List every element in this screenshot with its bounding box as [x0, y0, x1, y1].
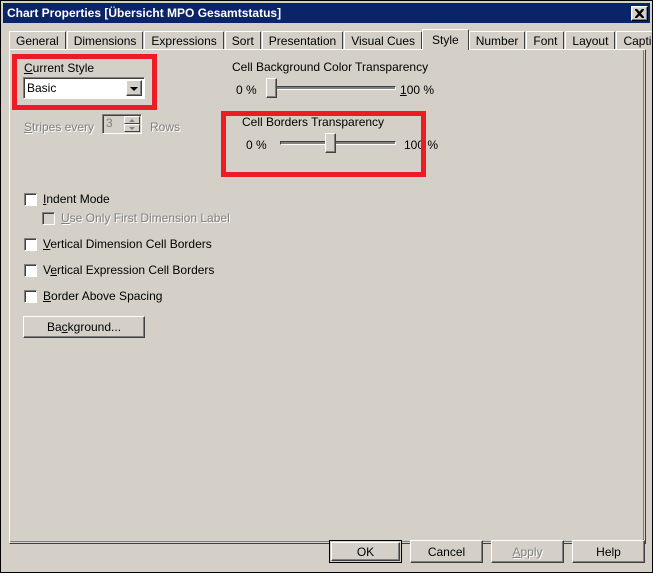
tab-number[interactable]: Number [468, 31, 526, 50]
tab-sort[interactable]: Sort [224, 31, 261, 50]
cell-background-transparency-max: 100 % [400, 83, 435, 97]
cell-background-transparency-slider[interactable] [266, 78, 401, 98]
checkbox-use-only-first-dimension-label: Use Only First Dimension Label [42, 211, 230, 225]
cancel-button[interactable]: Cancel [410, 540, 483, 563]
tab-style[interactable]: Style [422, 29, 469, 50]
checkbox-label: Vertical Expression Cell Borders [43, 263, 215, 277]
tab-expressions[interactable]: Expressions [144, 31, 225, 50]
style-tab-panel: Current Style Basic Stripes every 3 Rows… [9, 49, 646, 544]
spinner-down-icon[interactable] [124, 124, 140, 132]
apply-button-label: Apply [512, 544, 543, 559]
current-style-combobox[interactable]: Basic [23, 77, 145, 99]
checkbox-box[interactable] [24, 237, 37, 251]
background-button-label: Background... [46, 320, 122, 334]
tab-layout[interactable]: Layout [565, 31, 616, 50]
background-button[interactable]: Background... [23, 316, 145, 338]
stripes-rows-label: Rows [150, 120, 181, 134]
close-icon [635, 8, 644, 18]
checkbox-box [42, 211, 55, 225]
ok-button[interactable]: OK [329, 540, 402, 563]
checkbox-vertical-dimension-cell-borders[interactable]: Vertical Dimension Cell Borders [24, 237, 212, 251]
cell-borders-transparency-slider[interactable] [276, 133, 404, 153]
checkbox-box[interactable] [24, 192, 37, 206]
checkbox-label: Use Only First Dimension Label [61, 211, 230, 225]
title-bar[interactable]: Chart Properties [Übersicht MPO Gesamtst… [3, 3, 650, 23]
checkbox-label: Vertical Dimension Cell Borders [43, 237, 212, 251]
checkbox-indent-mode[interactable]: Indent Mode [24, 192, 110, 206]
tab-strip: General Dimensions Expressions Sort Pres… [9, 29, 652, 50]
checkbox-label: Indent Mode [43, 192, 110, 206]
cancel-button-label: Cancel [427, 544, 466, 559]
ok-button-label: OK [356, 544, 375, 559]
tab-general[interactable]: General [9, 31, 66, 50]
cell-background-transparency-label: Cell Background Color Transparency [232, 60, 429, 74]
slider-track[interactable] [280, 141, 396, 145]
close-button[interactable] [631, 5, 648, 21]
help-button-label: Help [596, 544, 621, 559]
tab-font[interactable]: Font [526, 31, 565, 50]
stripes-spinner-buttons[interactable] [124, 116, 140, 132]
window-title: Chart Properties [Übersicht MPO Gesamtst… [7, 6, 282, 20]
cell-borders-transparency-label: Cell Borders Transparency [242, 115, 385, 129]
slider-thumb[interactable] [325, 133, 336, 153]
tab-dimensions[interactable]: Dimensions [66, 31, 144, 50]
slider-track[interactable] [272, 86, 396, 90]
checkbox-label: Border Above Spacing [43, 289, 163, 303]
cell-background-transparency-min: 0 % [236, 83, 257, 97]
help-button[interactable]: Help [572, 540, 645, 563]
slider-thumb[interactable] [266, 78, 277, 98]
chart-properties-dialog: Chart Properties [Übersicht MPO Gesamtst… [0, 0, 653, 573]
tab-caption[interactable]: Caption [616, 31, 652, 50]
current-style-value: Basic [27, 81, 57, 95]
cell-borders-transparency-min: 0 % [246, 138, 267, 152]
checkbox-box[interactable] [24, 289, 37, 303]
apply-button: Apply [491, 540, 564, 563]
current-style-label: Current Style [24, 61, 95, 75]
cell-borders-transparency-max: 100 % [404, 138, 439, 152]
stripes-every-label: Stripes every [24, 120, 95, 134]
stripes-spinner[interactable]: 3 [102, 114, 142, 134]
checkbox-box[interactable] [24, 263, 37, 277]
tab-visual-cues[interactable]: Visual Cues [344, 31, 423, 50]
tab-presentation[interactable]: Presentation [261, 31, 344, 50]
checkbox-vertical-expression-cell-borders[interactable]: Vertical Expression Cell Borders [24, 263, 214, 277]
chevron-down-icon[interactable] [126, 80, 142, 96]
checkbox-border-above-spacing[interactable]: Border Above Spacing [24, 289, 162, 303]
spinner-up-icon[interactable] [124, 116, 140, 124]
